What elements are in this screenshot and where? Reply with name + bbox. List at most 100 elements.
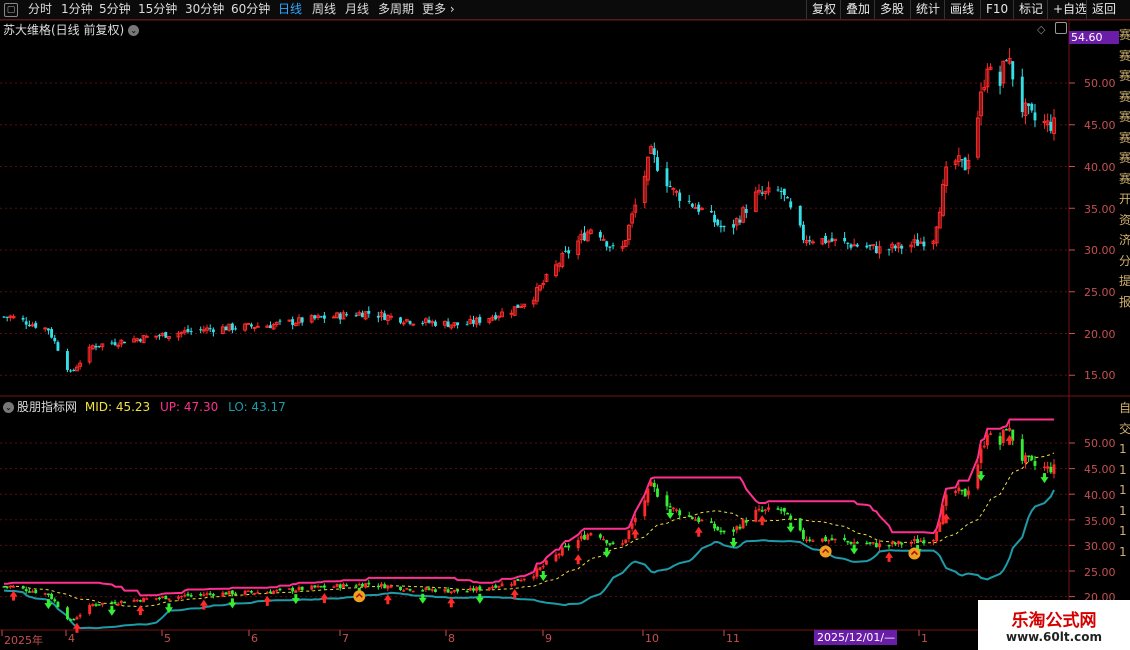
ind-candle-body: [789, 515, 793, 520]
ind-candle-body: [700, 519, 704, 522]
ind-candle-body: [1004, 429, 1008, 431]
ind-candle-body: [186, 593, 190, 596]
candle-body: [246, 322, 251, 325]
candle-body: [138, 339, 142, 342]
candle-body: [367, 310, 371, 314]
candle-body: [826, 240, 831, 243]
candle-body: [744, 209, 748, 213]
ind-candle-body: [564, 545, 567, 548]
ind-candle-body: [545, 560, 548, 565]
candle-body: [427, 319, 431, 323]
ind-candle-body: [900, 542, 904, 545]
chevron-down-icon[interactable]: ⌄: [3, 402, 14, 413]
cursor-date-badge: 2025/12/01/—: [814, 630, 897, 645]
x-label: 1: [921, 632, 928, 645]
x-label: 4: [68, 632, 75, 645]
ind-candle-body: [598, 534, 602, 538]
lo-value: LO: 43.17: [228, 400, 286, 414]
ind-candle-body: [389, 586, 393, 588]
ind-candle-body: [142, 597, 146, 603]
buy-arrow-icon: [447, 597, 456, 608]
candle-body: [611, 245, 615, 247]
ind-candle-body: [430, 589, 434, 591]
sell-arrow-icon: [228, 598, 237, 609]
candle-body: [608, 246, 612, 248]
ind-candle-body: [830, 538, 834, 541]
ind-candle-body: [579, 535, 583, 539]
ind-candle-body: [1024, 455, 1027, 463]
ind-candle-body: [478, 586, 482, 591]
ind-candle-body: [75, 617, 79, 620]
ind-candle-body: [211, 594, 215, 596]
buy-arrow-icon: [694, 526, 703, 537]
candle-body: [43, 327, 48, 330]
candle-body: [144, 335, 149, 338]
candle-body: [916, 239, 920, 246]
ind-candle-body: [322, 585, 326, 588]
ind-candle-body: [1020, 439, 1024, 461]
ind-candle-body: [887, 544, 891, 547]
candle-body: [1011, 61, 1015, 80]
chevron-down-icon[interactable]: ⌄: [128, 25, 140, 36]
candle-body: [713, 214, 717, 223]
ind-candle-body: [135, 599, 139, 602]
ind-candle-body: [402, 590, 406, 592]
ind-candle-body: [767, 507, 770, 510]
candle-body: [1049, 121, 1053, 131]
ind-candle-body: [874, 542, 878, 548]
candle-body: [843, 237, 847, 242]
ind-candle-body: [738, 526, 742, 529]
candle-body: [874, 245, 878, 253]
chart-canvas[interactable]: [0, 0, 1130, 650]
ind-candle-body: [205, 593, 209, 595]
ind-candle-body: [510, 584, 513, 586]
candle-body: [97, 345, 101, 347]
ind-candle-body: [97, 604, 101, 606]
watermark-name: 乐淘公式网: [1011, 611, 1097, 631]
ind-candle-body: [332, 586, 336, 588]
ind-candle-body: [234, 593, 238, 595]
ind-candle-body: [364, 583, 368, 588]
diamond-icon[interactable]: ◇: [1037, 23, 1045, 36]
candle-body: [21, 317, 25, 320]
ind-candle-body: [519, 580, 523, 582]
ind-candle-body: [132, 599, 136, 602]
ind-candle-body: [367, 582, 371, 585]
ind-candle-body: [690, 517, 694, 519]
ind-candle-body: [456, 589, 460, 592]
ind-candle-body: [116, 603, 120, 606]
ind-candle-body: [123, 601, 126, 604]
ind-candle-body: [633, 517, 637, 523]
ind-candle-body: [732, 529, 736, 532]
ind-candle-body: [424, 587, 428, 590]
ind-candle-body: [583, 534, 586, 540]
ind-candle-body: [164, 595, 168, 600]
ind-candle-body: [335, 583, 339, 587]
sell-arrow-icon: [164, 603, 173, 614]
sell-arrow-icon: [44, 599, 53, 610]
candle-body: [345, 314, 349, 316]
ind-candle-body: [871, 542, 875, 544]
x-label: 10: [645, 632, 659, 645]
main-chart-title: 苏大维格(日线 前复权) ⌄: [3, 21, 140, 38]
ind-candle-body: [177, 596, 180, 599]
ind-candle-body: [1052, 464, 1056, 474]
ind-candle-body: [421, 590, 425, 592]
ind-candle-body: [811, 540, 815, 542]
candle-body: [255, 325, 260, 328]
ind-candle-body: [560, 547, 564, 556]
buy-arrow-icon: [136, 605, 145, 616]
candle-body: [46, 328, 50, 331]
ind-candle-body: [494, 585, 498, 588]
candle-body: [1030, 103, 1034, 111]
window-toggle-icon[interactable]: [1055, 22, 1067, 34]
ind-candle-body: [849, 542, 853, 544]
ind-candle-body: [782, 507, 786, 512]
candle-body: [269, 325, 272, 329]
ind-candle-body: [763, 509, 767, 511]
candle-body: [868, 244, 872, 247]
candle-body: [998, 71, 1002, 86]
candle-body: [53, 337, 57, 342]
ind-candle-body: [288, 588, 291, 590]
candle-body: [509, 312, 514, 315]
